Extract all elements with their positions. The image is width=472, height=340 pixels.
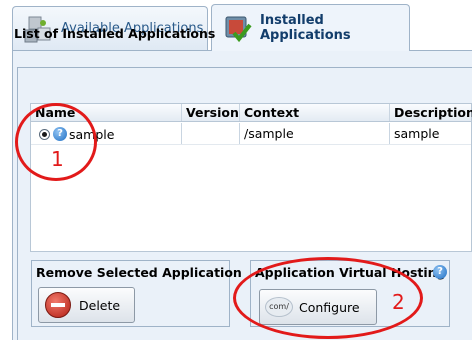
virtual-hosting-box: Application Virtual Hosting ? com/ Confi… [250,260,450,327]
installed-package-check-icon [222,13,252,43]
delete-icon [45,292,71,318]
domain-com-icon: com/ [265,297,293,317]
vhost-box-title: Application Virtual Hosting [255,265,446,280]
column-header-description[interactable]: Description [389,104,472,121]
tab-bar: Available Applications Installed Applica… [0,0,472,51]
annotation-callout-1: 1 [51,147,64,171]
column-header-name[interactable]: Name [31,104,181,121]
configure-button[interactable]: com/ Configure [259,289,377,325]
vhost-help-icon[interactable]: ? [433,265,447,279]
remove-box-title: Remove Selected Application [36,265,242,280]
cell-description: sample [389,123,472,144]
delete-button-label: Delete [79,297,121,313]
table-row[interactable]: ? sample /sample sample [31,123,471,145]
table-header: Name Version Context Description [31,104,472,122]
tab-installed-label: Installed Applications [260,13,351,43]
cell-name: ? sample [31,123,181,144]
annotation-callout-2: 2 [392,290,405,314]
remove-application-box: Remove Selected Application Delete [31,260,242,327]
cell-context: /sample [239,123,389,144]
delete-button[interactable]: Delete [38,287,135,323]
tab-installed-applications[interactable]: Installed Applications [211,4,410,51]
cell-version [181,123,239,144]
configure-button-label: Configure [299,299,360,315]
list-title: List of Installed Applications [14,26,216,41]
row-select-radio[interactable] [39,129,50,140]
app-name: sample [69,127,115,142]
column-header-context[interactable]: Context [239,104,389,121]
column-header-version[interactable]: Version [181,104,239,121]
applications-table: Name Version Context Description ? sampl… [30,103,472,252]
help-icon[interactable]: ? [53,127,67,141]
